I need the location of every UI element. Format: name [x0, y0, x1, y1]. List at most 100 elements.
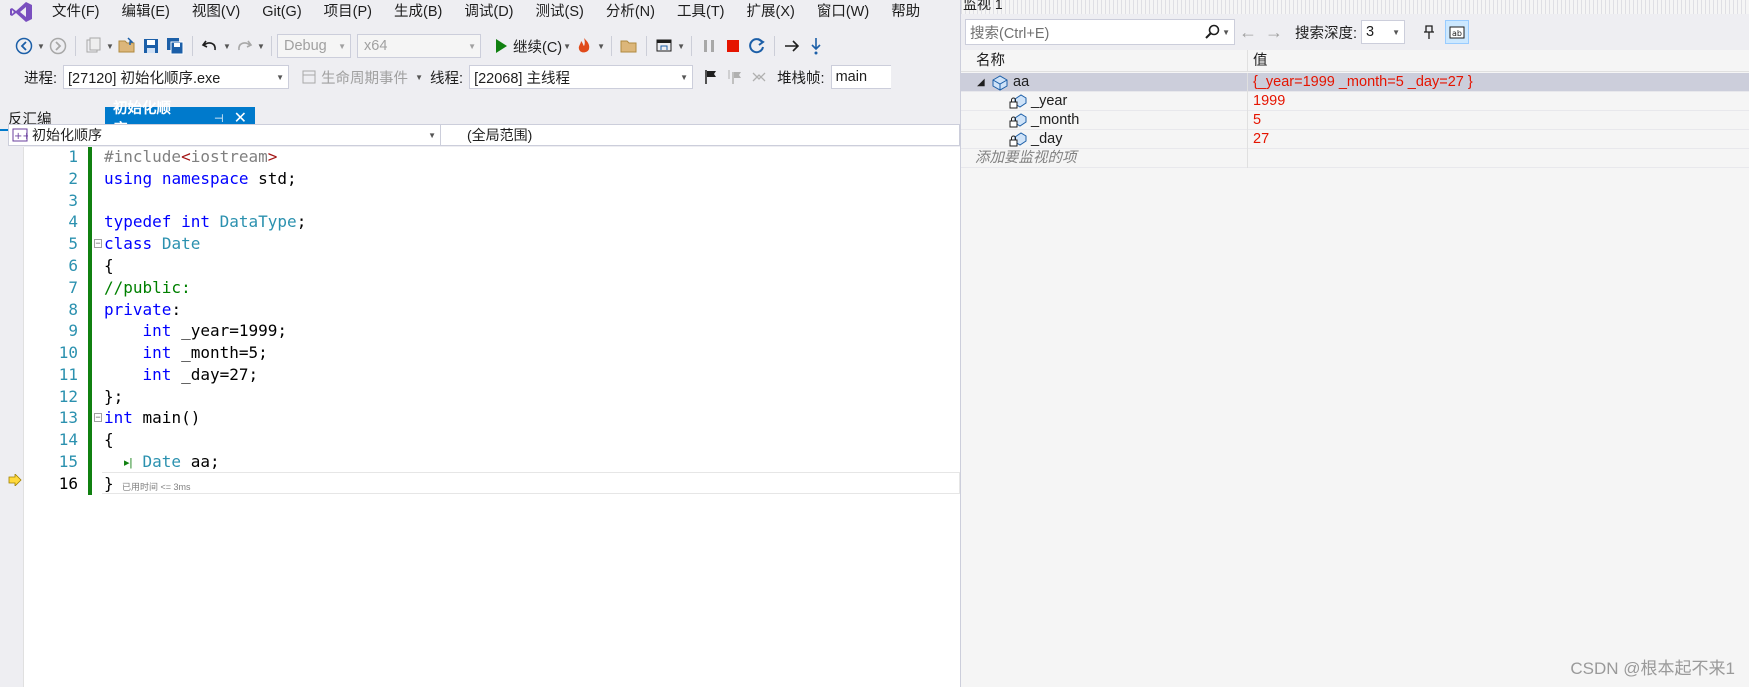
watch-value[interactable]: 27	[1248, 130, 1269, 148]
collapse-stack-icon[interactable]	[747, 65, 771, 89]
save-all-icon[interactable]	[163, 34, 187, 58]
chevron-down-icon[interactable]: ▼	[596, 34, 606, 58]
search-next-icon[interactable]: →	[1261, 22, 1287, 43]
step-into-icon[interactable]	[804, 34, 828, 58]
pin-icon[interactable]	[1417, 20, 1441, 44]
chevron-down-icon[interactable]: ▼	[36, 34, 46, 58]
pin-icon[interactable]: ⊣	[214, 112, 224, 125]
show-next-statement-icon[interactable]	[780, 34, 804, 58]
code-editor[interactable]: 1 2 3 4 5 6 7 8 9 10 11 12 13 14 15 16 −…	[8, 147, 960, 687]
chevron-down-icon: ▼	[468, 41, 476, 51]
project-dropdown[interactable]: ++ 初始化顺序 ▼	[9, 125, 441, 145]
redo-icon[interactable]	[232, 34, 256, 58]
line-number: 1	[68, 147, 78, 166]
view-as-text-icon[interactable]: ab	[1445, 20, 1470, 44]
menu-extensions[interactable]: 扩展(X)	[737, 0, 807, 24]
run-to-cursor-icon[interactable]: ▸|	[124, 456, 132, 469]
new-project-icon[interactable]	[81, 34, 105, 58]
watch-title-grip[interactable]	[961, 0, 1749, 14]
column-header-name[interactable]: 名称	[961, 50, 1248, 71]
watch-row[interactable]: ◢ aa {_year=1999 _month=5 _day=27 }	[961, 73, 1749, 92]
perf-tip[interactable]: 已用时间 <= 3ms	[122, 480, 191, 493]
visual-studio-logo-icon[interactable]	[0, 0, 42, 24]
stack-frame-value: main	[835, 69, 868, 85]
folder-icon[interactable]	[617, 34, 641, 58]
search-previous-icon[interactable]: ←	[1235, 22, 1261, 43]
process-dropdown[interactable]: [27120] 初始化顺序.exe ▼	[63, 65, 290, 89]
thread-dropdown[interactable]: [22068] 主线程 ▼	[469, 65, 694, 89]
breakpoint-margin[interactable]	[8, 147, 24, 687]
collapse-icon[interactable]: −	[94, 239, 102, 248]
chevron-down-icon: ▼	[338, 41, 346, 51]
chevron-down-icon[interactable]: ▼	[256, 34, 266, 58]
lifecycle-events-icon[interactable]	[297, 65, 321, 89]
watch-row[interactable]: _year 1999	[961, 92, 1749, 111]
chevron-down-icon[interactable]: ▼	[562, 34, 572, 58]
scope-dropdown[interactable]: (全局范围)	[441, 125, 532, 145]
menu-test[interactable]: 测试(S)	[526, 0, 596, 24]
menu-project[interactable]: 项目(P)	[314, 0, 384, 24]
toolbar-separator	[192, 36, 193, 56]
add-watch-placeholder[interactable]: 添加要监视的项	[975, 149, 1077, 168]
watch-row[interactable]: _month 5	[961, 111, 1749, 130]
search-placeholder: 搜索(Ctrl+E)	[970, 25, 1050, 42]
menu-help[interactable]: 帮助	[881, 0, 932, 24]
add-watch-row[interactable]: 添加要监视的项	[961, 149, 1749, 168]
restart-icon[interactable]	[745, 34, 769, 58]
solution-platform-value: x64	[364, 38, 388, 54]
watch-search-input[interactable]: 搜索(Ctrl+E) ▼	[965, 19, 1235, 45]
solution-platform-dropdown[interactable]: x64 ▼	[357, 34, 481, 58]
process-label: 进程:	[24, 70, 58, 87]
flag-thread-icon[interactable]	[699, 65, 723, 89]
chevron-down-icon[interactable]: ▼	[414, 65, 424, 89]
watch-name-cell: _month	[961, 111, 1248, 130]
object-icon	[992, 75, 1008, 91]
menu-build[interactable]: 生成(B)	[384, 0, 454, 24]
menu-git[interactable]: Git(G)	[252, 0, 313, 24]
navigate-back-icon[interactable]	[12, 34, 36, 58]
column-header-value[interactable]: 值	[1248, 50, 1268, 71]
search-depth-dropdown[interactable]: 3 ▼	[1361, 20, 1406, 44]
line-number: 8	[68, 300, 78, 319]
solution-configuration-dropdown[interactable]: Debug ▼	[277, 34, 351, 58]
flag-threads-icon[interactable]	[723, 65, 747, 89]
menu-view[interactable]: 视图(V)	[182, 0, 252, 24]
collapse-triangle-icon[interactable]: ◢	[977, 73, 985, 92]
application-insights-icon[interactable]	[652, 34, 676, 58]
stack-frame-label: 堆栈帧:	[777, 70, 825, 87]
menu-debug[interactable]: 调试(D)	[454, 0, 525, 24]
search-icon[interactable]	[1204, 24, 1220, 40]
stack-frame-dropdown[interactable]: main	[830, 65, 891, 89]
watch-name: _day	[1031, 131, 1063, 147]
navigate-forward-icon[interactable]	[46, 34, 70, 58]
menu-window[interactable]: 窗口(W)	[807, 0, 881, 24]
watch-value[interactable]: {_year=1999 _month=5 _day=27 }	[1248, 73, 1473, 91]
lifecycle-events-button[interactable]: 生命周期事件	[321, 67, 408, 88]
chevron-down-icon[interactable]: ▼	[105, 34, 115, 58]
watch-row[interactable]: _day 27	[961, 130, 1749, 149]
hot-reload-icon[interactable]	[572, 34, 596, 58]
code-line: }	[104, 474, 114, 493]
menu-file[interactable]: 文件(F)	[42, 0, 112, 24]
save-icon[interactable]	[139, 34, 163, 58]
collapse-icon[interactable]: −	[94, 413, 102, 422]
menu-edit[interactable]: 编辑(E)	[112, 0, 182, 24]
watch-value[interactable]: 5	[1248, 111, 1261, 129]
continue-button[interactable]: 继续(C)	[513, 36, 562, 57]
continue-play-icon[interactable]	[489, 34, 513, 58]
stop-debugging-icon[interactable]	[721, 34, 745, 58]
watch-window: 监视 1 搜索(Ctrl+E) ▼ ← → 搜索深度: 3 ▼ ab 名称 值 ◢	[960, 0, 1749, 687]
menu-tools[interactable]: 工具(T)	[667, 0, 737, 24]
watch-title[interactable]: 监视 1	[963, 0, 1003, 14]
chevron-down-icon[interactable]: ▼	[222, 34, 232, 58]
svg-text:++: ++	[14, 131, 28, 142]
break-all-icon[interactable]	[697, 34, 721, 58]
search-depth-value: 3	[1366, 24, 1375, 40]
code-line: int _month=5;	[142, 343, 268, 362]
menu-analyze[interactable]: 分析(N)	[596, 0, 667, 24]
open-file-icon[interactable]	[115, 34, 139, 58]
undo-icon[interactable]	[198, 34, 222, 58]
chevron-down-icon[interactable]: ▼	[676, 34, 686, 58]
watch-value[interactable]: 1999	[1248, 92, 1285, 110]
chevron-down-icon[interactable]: ▼	[1222, 28, 1230, 37]
